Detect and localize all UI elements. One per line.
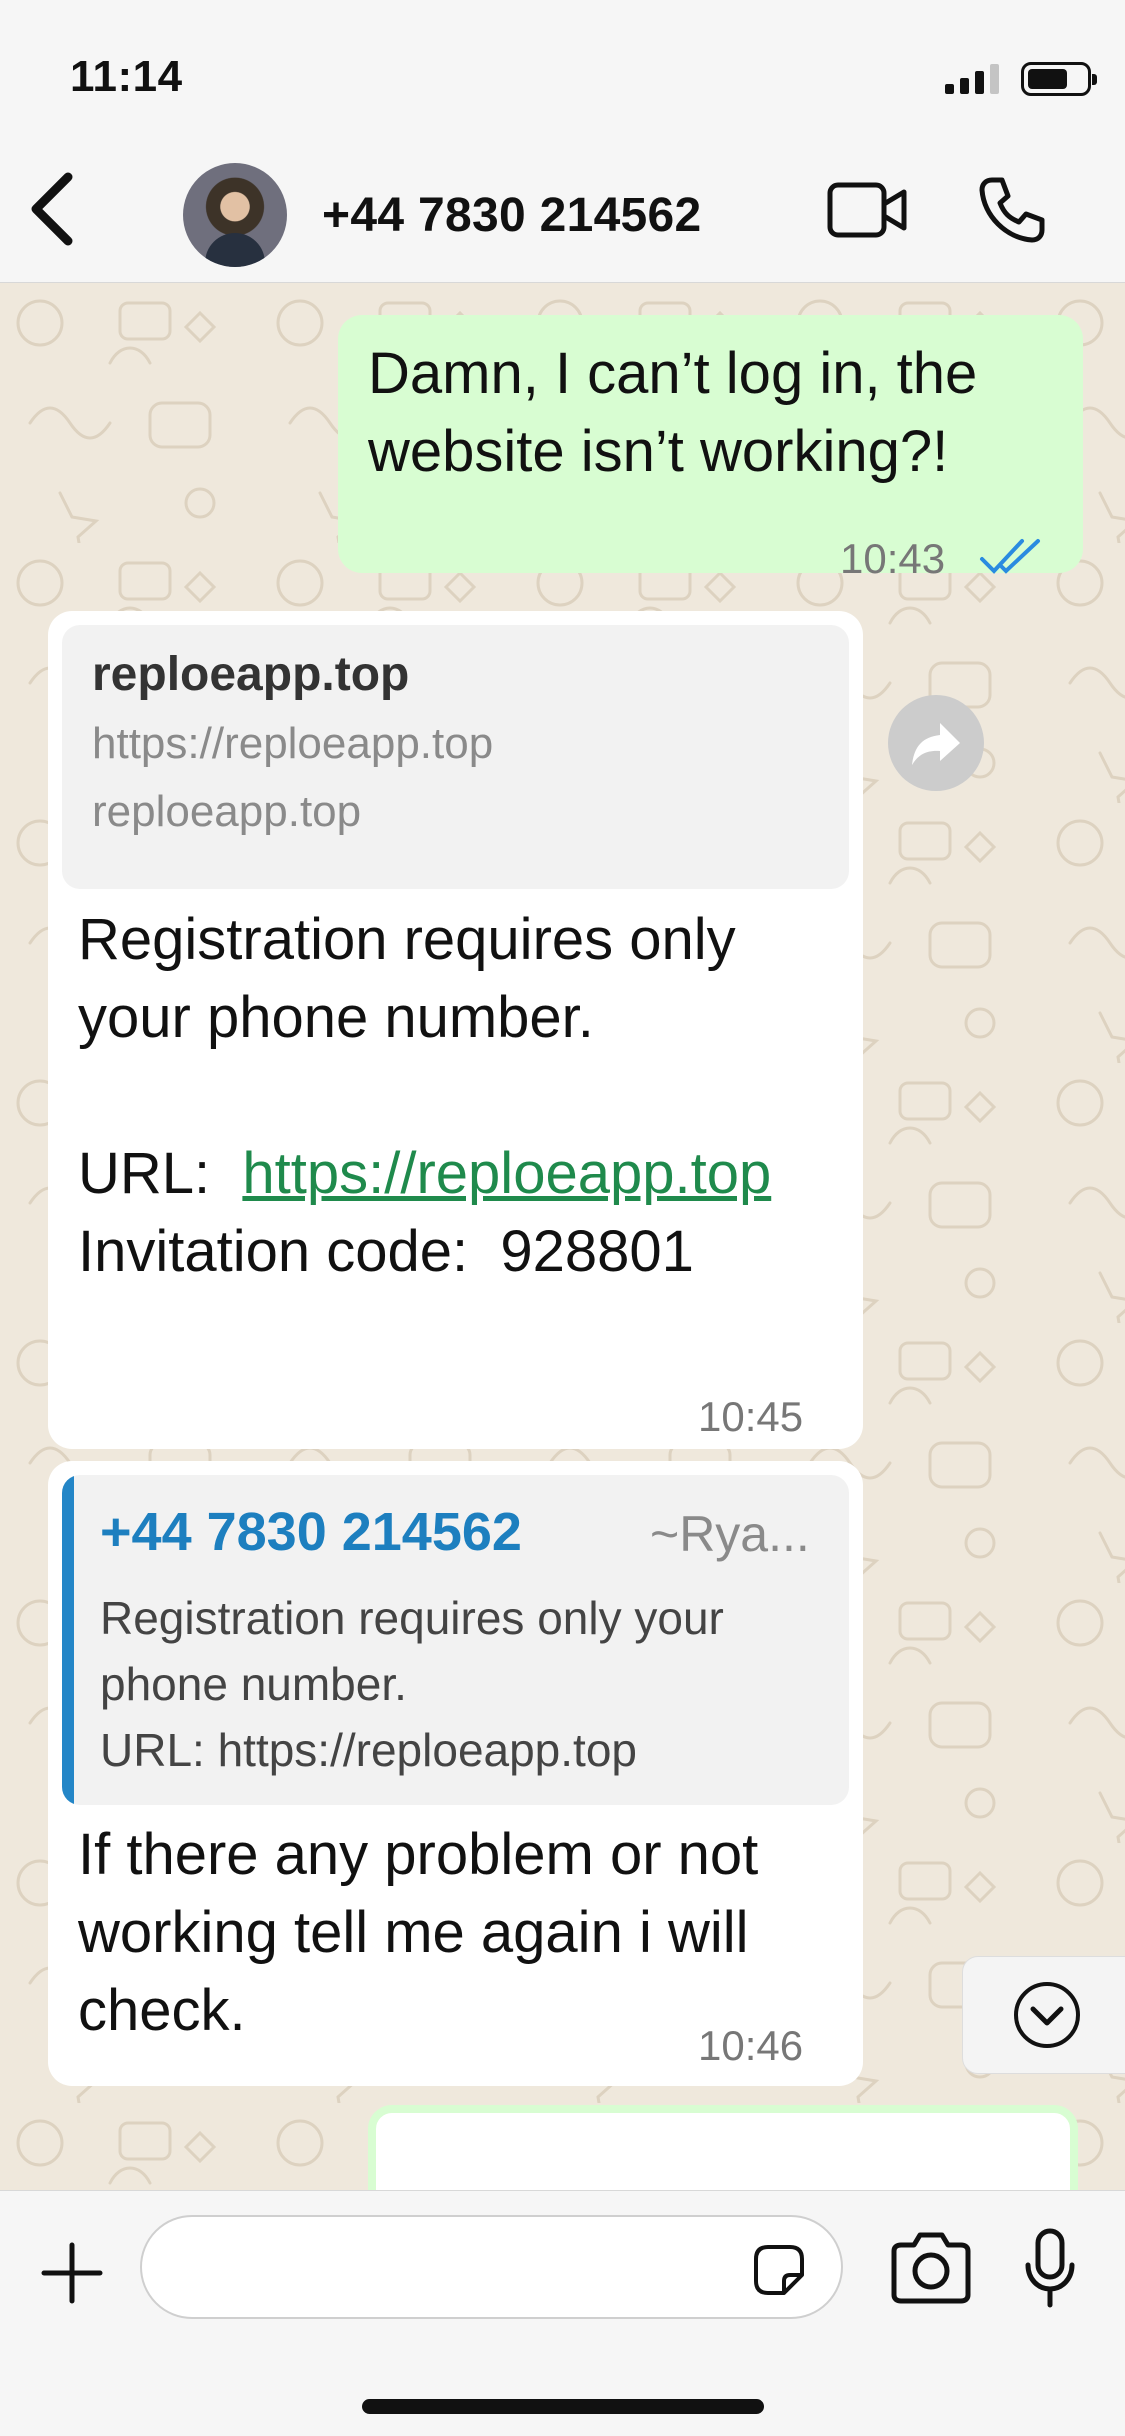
camera-icon xyxy=(891,2232,971,2304)
chat-area[interactable]: Damn, I can’t log in, the website isn’t … xyxy=(0,283,1125,2190)
status-time: 11:14 xyxy=(70,52,183,101)
quoted-text: Registration requires only your phone nu… xyxy=(100,1585,840,1783)
battery-icon xyxy=(1021,62,1097,96)
code-label: Invitation code: xyxy=(78,1219,469,1284)
chevron-left-icon xyxy=(31,172,73,246)
message-input[interactable] xyxy=(140,2215,843,2319)
voice-call-button[interactable] xyxy=(978,176,1046,244)
contact-name[interactable]: +44 7830 214562 xyxy=(322,188,702,243)
message-time: 10:43 xyxy=(840,535,946,582)
message-body: Registration requires only your phone nu… xyxy=(78,901,838,1291)
chat-header: 11:14 +44 7830 214562 xyxy=(0,0,1125,283)
video-call-button[interactable] xyxy=(826,180,910,240)
outgoing-message[interactable]: Damn, I can’t log in, the website isn’t … xyxy=(338,315,1083,582)
plus-icon xyxy=(41,2242,103,2304)
quoted-text-line: URL: https://reploeapp.top xyxy=(100,1724,637,1776)
message-time: 10:46 xyxy=(698,2022,804,2069)
sticker-icon xyxy=(754,2245,804,2295)
quoted-text-line: Registration requires only your phone nu… xyxy=(100,1592,724,1710)
scroll-to-bottom-button[interactable] xyxy=(962,1956,1125,2074)
invitation-code-line: Invitation code: 928801 xyxy=(78,1213,838,1291)
chevron-down-circle-icon xyxy=(1014,1982,1080,2048)
sticker-button[interactable] xyxy=(748,2239,810,2301)
url-label: URL: xyxy=(78,1141,211,1206)
back-button[interactable] xyxy=(18,165,88,255)
double-check-icon xyxy=(980,539,1040,574)
quoted-message[interactable]: +44 7830 214562 ~Rya... Registration req… xyxy=(62,1475,849,1805)
forward-button[interactable] xyxy=(888,695,984,791)
voice-message-button[interactable] xyxy=(1020,2227,1080,2311)
outgoing-message-partial[interactable] xyxy=(368,2105,1078,2190)
incoming-message[interactable]: +44 7830 214562 ~Rya... Registration req… xyxy=(48,1461,863,2086)
message-time: 10:45 xyxy=(698,1393,804,1440)
message-text: Damn, I can’t log in, the website isn’t … xyxy=(368,341,978,484)
link-preview[interactable]: reploeapp.top https://reploeapp.top repl… xyxy=(62,625,849,889)
message-text: If there any problem or not working tell… xyxy=(78,1822,759,2043)
video-camera-icon xyxy=(827,182,907,238)
attach-button[interactable] xyxy=(38,2239,106,2307)
signal-icon xyxy=(945,64,999,94)
camera-button[interactable] xyxy=(886,2229,976,2309)
quoted-alias: ~Rya... xyxy=(650,1506,810,1562)
link-preview-title: reploeapp.top xyxy=(92,648,410,701)
invitation-code: 928801 xyxy=(500,1219,694,1284)
link-preview-url: https://reploeapp.top xyxy=(92,719,494,768)
incoming-message[interactable]: reploeapp.top https://reploeapp.top repl… xyxy=(48,611,863,1449)
url-link[interactable]: https://reploeapp.top xyxy=(242,1141,771,1206)
link-preview-domain: reploeapp.top xyxy=(92,787,362,836)
quoted-sender: +44 7830 214562 xyxy=(100,1502,522,1562)
microphone-icon xyxy=(1025,2228,1075,2308)
message-text: Registration requires only your phone nu… xyxy=(78,907,736,1050)
status-icons xyxy=(945,62,1097,96)
forward-arrow-icon xyxy=(912,723,960,765)
url-line: URL: https://reploeapp.top xyxy=(78,1135,838,1213)
composer-bar xyxy=(0,2190,1125,2436)
contact-avatar[interactable] xyxy=(183,163,287,267)
home-indicator[interactable] xyxy=(362,2399,764,2414)
phone-icon xyxy=(979,177,1045,243)
